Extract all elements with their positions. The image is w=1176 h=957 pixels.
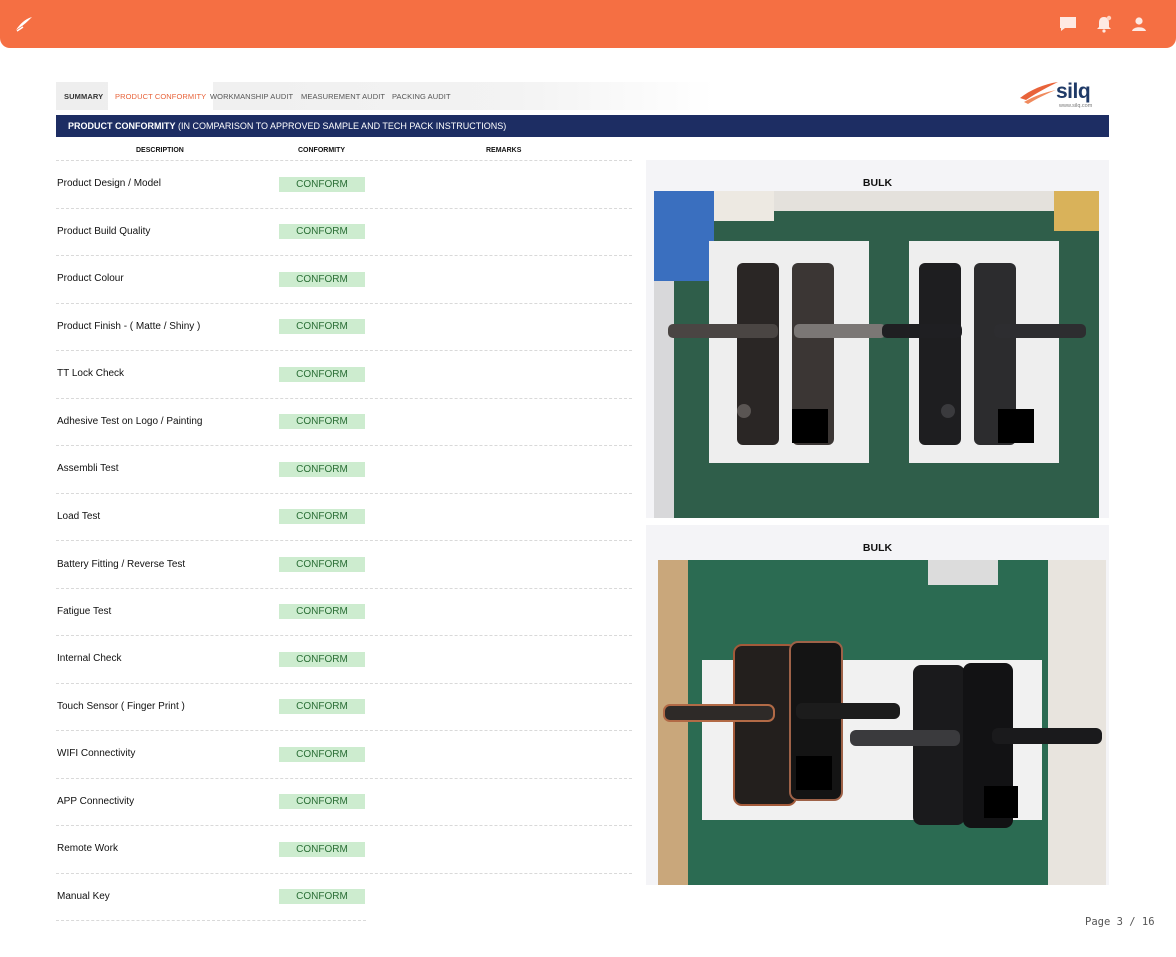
row-divider xyxy=(56,730,632,731)
row-description: Load Test xyxy=(57,511,101,522)
user-profile-icon[interactable] xyxy=(1129,14,1149,34)
tab-summary[interactable]: SUMMARY xyxy=(64,82,103,110)
conformity-badge: CONFORM xyxy=(279,272,365,287)
row-divider xyxy=(56,588,632,589)
row-description: Adhesive Test on Logo / Painting xyxy=(57,416,203,427)
conformity-badge: CONFORM xyxy=(279,604,365,619)
row-description: Product Finish - ( Matte / Shiny ) xyxy=(57,321,201,332)
row-divider xyxy=(56,208,632,209)
row-description: Product Build Quality xyxy=(57,226,151,237)
report-tab-bar: SUMMARY PRODUCT CONFORMITY WORKMANSHIP A… xyxy=(56,82,716,110)
row-divider xyxy=(56,873,632,874)
row-divider xyxy=(56,303,632,304)
tab-product-conformity[interactable]: PRODUCT CONFORMITY xyxy=(108,82,214,110)
column-header-conformity: CONFORMITY xyxy=(298,147,346,154)
row-description: WIFI Connectivity xyxy=(57,748,136,759)
bulk-photo-2[interactable] xyxy=(658,560,1106,885)
photo-label: BULK xyxy=(862,177,893,189)
brand-name: silq xyxy=(1056,80,1091,103)
row-description: Product Colour xyxy=(57,273,124,284)
conformity-badge: CONFORM xyxy=(279,699,365,714)
row-description: Remote Work xyxy=(57,843,118,854)
chat-icon[interactable] xyxy=(1058,14,1078,34)
conformity-badge: CONFORM xyxy=(279,224,365,239)
conformity-badge: CONFORM xyxy=(279,842,365,857)
row-description: Product Design / Model xyxy=(57,178,161,189)
row-divider xyxy=(56,445,632,446)
row-divider xyxy=(56,540,632,541)
row-description: Assembli Test xyxy=(57,463,119,474)
row-description: Manual Key xyxy=(57,891,110,902)
section-title: PRODUCT CONFORMITY xyxy=(68,121,176,131)
row-divider xyxy=(56,255,632,256)
tab-measurement-audit[interactable]: MEASUREMENT AUDIT xyxy=(301,82,385,110)
section-subtitle: (IN COMPARISON TO APPROVED SAMPLE AND TE… xyxy=(178,121,507,131)
row-description: Fatigue Test xyxy=(57,606,112,617)
brand-url: www.silq.com xyxy=(1059,103,1093,109)
row-divider xyxy=(56,683,632,684)
row-divider xyxy=(56,493,632,494)
row-description: APP Connectivity xyxy=(57,796,135,807)
notification-bell-icon[interactable] xyxy=(1094,14,1114,34)
photo-panel-bulk-1: BULK xyxy=(646,160,1109,518)
conformity-badge: CONFORM xyxy=(279,319,365,334)
row-divider xyxy=(56,920,366,921)
page-indicator: Page 3 / 16 xyxy=(1085,916,1155,928)
conformity-badge: CONFORM xyxy=(279,652,365,667)
conformity-badge: CONFORM xyxy=(279,794,365,809)
conformity-badge: CONFORM xyxy=(279,889,365,904)
photo-panel-bulk-2: BULK xyxy=(646,525,1109,885)
row-divider xyxy=(56,825,632,826)
app-logo-icon[interactable] xyxy=(14,14,34,34)
conformity-badge: CONFORM xyxy=(279,557,365,572)
row-description: Battery Fitting / Reverse Test xyxy=(57,559,186,570)
row-divider xyxy=(56,350,632,351)
row-description: Touch Sensor ( Finger Print ) xyxy=(57,701,185,712)
conformity-badge: CONFORM xyxy=(279,747,365,762)
tab-packing-audit[interactable]: PACKING AUDIT xyxy=(392,82,451,110)
column-header-remarks: REMARKS xyxy=(486,147,522,154)
conformity-badge: CONFORM xyxy=(279,462,365,477)
top-bar xyxy=(0,0,1176,48)
row-divider xyxy=(56,160,632,161)
photo-label: BULK xyxy=(862,542,893,554)
conformity-badge: CONFORM xyxy=(279,509,365,524)
row-divider xyxy=(56,398,632,399)
bulk-photo-1[interactable] xyxy=(654,191,1099,518)
conformity-badge: CONFORM xyxy=(279,414,365,429)
row-divider xyxy=(56,778,632,779)
section-header: PRODUCT CONFORMITY (IN COMPARISON TO APP… xyxy=(56,115,1109,137)
conformity-badge: CONFORM xyxy=(279,367,365,382)
conformity-badge: CONFORM xyxy=(279,177,365,192)
row-description: Internal Check xyxy=(57,653,122,664)
row-description: TT Lock Check xyxy=(57,368,125,379)
tab-workmanship-audit[interactable]: WORKMANSHIP AUDIT xyxy=(210,82,293,110)
column-header-description: DESCRIPTION xyxy=(136,147,184,154)
row-divider xyxy=(56,635,632,636)
